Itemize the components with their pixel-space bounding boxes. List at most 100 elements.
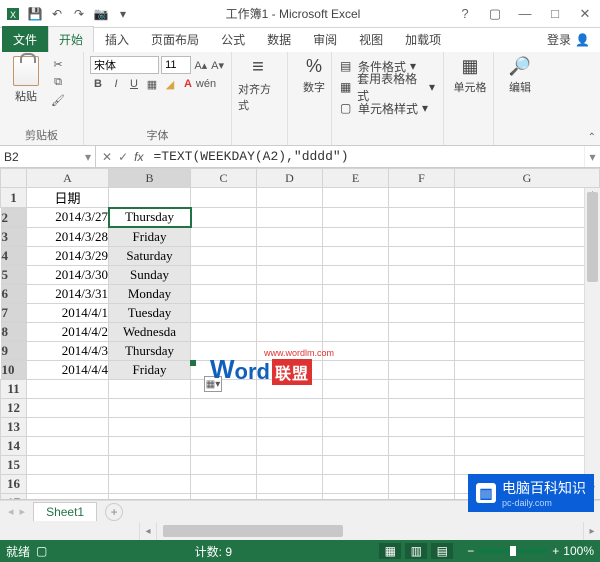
row-header[interactable]: 15 — [1, 456, 27, 475]
cell[interactable] — [455, 380, 600, 399]
cell[interactable] — [389, 418, 455, 437]
cell[interactable] — [455, 284, 600, 303]
cell[interactable] — [455, 437, 600, 456]
cell[interactable] — [109, 456, 191, 475]
cell[interactable]: Thursday — [109, 208, 191, 228]
cell[interactable]: 2014/4/1 — [27, 303, 109, 322]
cell[interactable] — [191, 246, 257, 265]
font-color-button[interactable]: A — [180, 76, 196, 92]
cell[interactable] — [191, 341, 257, 360]
cell[interactable]: Wednesda — [109, 322, 191, 341]
cancel-formula-icon[interactable]: ✕ — [102, 150, 112, 164]
cell[interactable] — [109, 380, 191, 399]
font-name-select[interactable]: 宋体 — [90, 56, 159, 74]
tab-view[interactable]: 视图 — [348, 26, 394, 52]
cell[interactable] — [455, 188, 600, 208]
cell[interactable]: 日期 — [27, 188, 109, 208]
cell[interactable] — [323, 380, 389, 399]
cell-styles-button[interactable]: ▢单元格样式▾ — [338, 98, 437, 118]
cell[interactable] — [323, 399, 389, 418]
cell[interactable] — [323, 227, 389, 246]
cell[interactable] — [323, 437, 389, 456]
col-header-a[interactable]: A — [27, 169, 109, 188]
horizontal-scrollbar[interactable]: ◂ ▸ — [0, 522, 600, 540]
cell[interactable] — [257, 437, 323, 456]
fx-icon[interactable]: fx — [134, 150, 143, 164]
cell[interactable] — [455, 456, 600, 475]
cell[interactable] — [389, 322, 455, 341]
cell[interactable] — [389, 284, 455, 303]
cell[interactable] — [109, 494, 191, 501]
cell[interactable] — [257, 399, 323, 418]
row-header[interactable]: 6 — [1, 284, 27, 303]
hscroll-thumb[interactable] — [163, 525, 343, 537]
font-size-select[interactable]: 11 — [161, 56, 191, 74]
cell[interactable] — [257, 456, 323, 475]
increase-font-icon[interactable]: A▴ — [193, 57, 208, 73]
close-icon[interactable]: ✕ — [574, 6, 596, 22]
view-page-layout-icon[interactable]: ▥ — [405, 543, 427, 559]
cell[interactable]: 2014/3/31 — [27, 284, 109, 303]
cell[interactable]: 2014/3/27 — [27, 208, 109, 228]
alignment-button[interactable]: ≡ 对齐方式 — [238, 56, 278, 113]
col-header-f[interactable]: F — [389, 169, 455, 188]
cell[interactable] — [389, 456, 455, 475]
row-header[interactable]: 17 — [1, 494, 27, 501]
vertical-scrollbar[interactable]: ▴ ▾ — [584, 188, 600, 499]
cell[interactable] — [323, 475, 389, 494]
cell[interactable] — [389, 188, 455, 208]
cell[interactable] — [389, 265, 455, 284]
cell[interactable] — [257, 360, 323, 380]
phonetic-button[interactable]: wén — [198, 76, 214, 92]
cell[interactable] — [389, 475, 455, 494]
cell[interactable] — [27, 437, 109, 456]
tab-review[interactable]: 审阅 — [302, 26, 348, 52]
cell[interactable] — [323, 494, 389, 501]
cell[interactable] — [389, 246, 455, 265]
cell[interactable] — [257, 188, 323, 208]
cell[interactable] — [389, 380, 455, 399]
cell[interactable] — [191, 456, 257, 475]
cell[interactable]: 2014/4/4 — [27, 360, 109, 380]
cell[interactable] — [27, 475, 109, 494]
scroll-right-icon[interactable]: ▸ — [584, 522, 600, 540]
cell[interactable] — [191, 380, 257, 399]
cell[interactable] — [455, 265, 600, 284]
cell[interactable] — [27, 494, 109, 501]
screenshot-icon[interactable]: 📷 — [92, 5, 110, 23]
cell[interactable] — [191, 303, 257, 322]
number-format-button[interactable]: % 数字 — [294, 56, 334, 95]
cell[interactable] — [109, 418, 191, 437]
italic-button[interactable]: I — [108, 76, 124, 92]
cell[interactable] — [257, 265, 323, 284]
decrease-font-icon[interactable]: A▾ — [210, 57, 225, 73]
row-header[interactable]: 9 — [1, 341, 27, 360]
tab-addins[interactable]: 加载项 — [394, 26, 452, 52]
cell[interactable] — [257, 208, 323, 228]
paste-button[interactable]: 粘贴 — [6, 56, 46, 104]
tab-formulas[interactable]: 公式 — [210, 26, 256, 52]
cell[interactable] — [257, 246, 323, 265]
cell[interactable] — [455, 208, 600, 228]
cell[interactable]: 2014/3/30 — [27, 265, 109, 284]
ribbon-toggle-icon[interactable]: ▢ — [484, 6, 506, 22]
row-header[interactable]: 10 — [1, 360, 27, 379]
cell[interactable]: 2014/4/2 — [27, 322, 109, 341]
col-header-b[interactable]: B — [109, 169, 191, 188]
cell[interactable] — [323, 360, 389, 380]
cell[interactable] — [389, 227, 455, 246]
cell[interactable] — [191, 322, 257, 341]
cell[interactable] — [27, 418, 109, 437]
row-header[interactable]: 4 — [1, 246, 27, 265]
cell[interactable] — [323, 418, 389, 437]
view-page-break-icon[interactable]: ▤ — [431, 543, 453, 559]
qat-dropdown-icon[interactable]: ▾ — [114, 5, 132, 23]
select-all-corner[interactable] — [1, 169, 27, 188]
cell[interactable] — [27, 456, 109, 475]
undo-icon[interactable]: ↶ — [48, 5, 66, 23]
row-header[interactable]: 1 — [1, 188, 27, 208]
cell[interactable] — [323, 303, 389, 322]
login-button[interactable]: 登录👤 — [537, 27, 600, 52]
editing-button[interactable]: 🔎 编辑 — [500, 56, 540, 95]
fill-color-button[interactable]: ◢ — [162, 76, 178, 92]
